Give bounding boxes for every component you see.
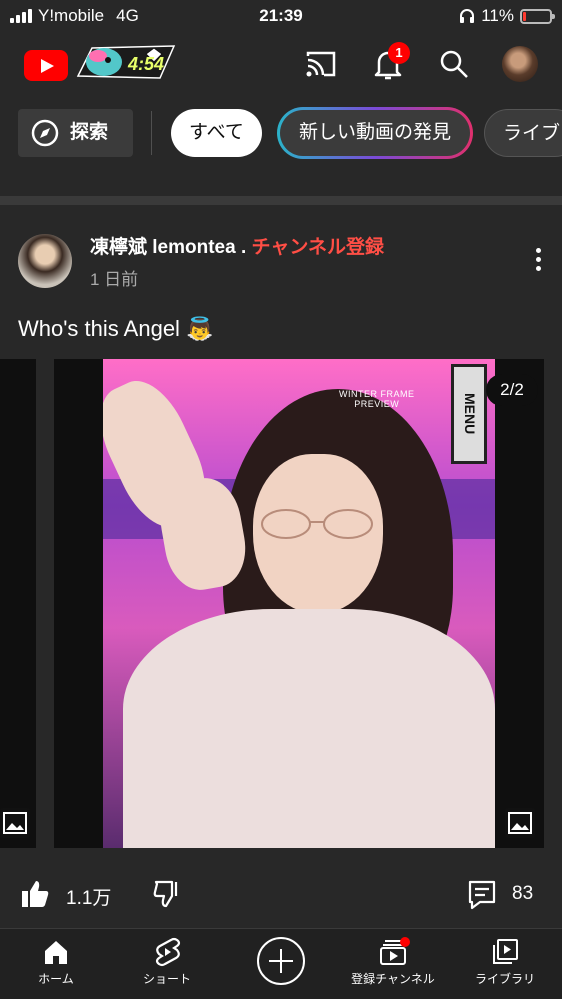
notification-badge: 1 bbox=[388, 42, 410, 64]
more-options-icon[interactable] bbox=[530, 248, 546, 276]
nav-home[interactable]: ホーム bbox=[6, 937, 106, 987]
nav-subscriptions-label: 登録チャンネル bbox=[351, 972, 435, 986]
channel-name[interactable]: 凍檸斌 lemontea bbox=[90, 237, 236, 258]
nav-shorts-label: ショート bbox=[142, 972, 191, 986]
post-header: 凍檸斌 lemontea . チャンネル登録 bbox=[90, 232, 384, 259]
nav-subscriptions[interactable]: 登録チャンネル bbox=[343, 937, 443, 987]
explore-chip[interactable]: 探索 bbox=[18, 109, 133, 157]
current-slide[interactable]: WINTER FRAME PREVIEW MENU bbox=[54, 359, 544, 848]
nav-home-label: ホーム bbox=[38, 972, 74, 986]
explore-label: 探索 bbox=[70, 122, 109, 143]
like-count: 1.1万 bbox=[66, 888, 112, 909]
section-divider bbox=[0, 196, 562, 205]
create-button[interactable] bbox=[257, 937, 305, 985]
doodle-time: 4:54 bbox=[128, 54, 165, 74]
headphones-icon bbox=[460, 9, 475, 23]
previous-slide[interactable] bbox=[0, 359, 36, 848]
account-avatar[interactable] bbox=[502, 46, 538, 82]
separator: . bbox=[235, 237, 252, 258]
photo-watermark: WINTER FRAME PREVIEW bbox=[339, 389, 415, 409]
home-icon bbox=[45, 941, 67, 964]
post-time: 1 日前 bbox=[90, 270, 139, 289]
like-icon[interactable] bbox=[20, 878, 52, 910]
shorts-icon bbox=[155, 937, 181, 967]
battery-percent: 11% bbox=[481, 6, 514, 25]
live-chip[interactable]: ライブ bbox=[484, 109, 562, 157]
dislike-icon[interactable] bbox=[152, 878, 184, 910]
app-header: 4:54 1 bbox=[0, 34, 562, 94]
filter-chips: 探索 すべて 新しい動画の発見 ライブ bbox=[0, 104, 562, 166]
chip-divider bbox=[151, 111, 152, 155]
image-counter: 2/2 bbox=[486, 374, 538, 406]
nav-library-label: ライブラリ bbox=[474, 972, 535, 986]
all-chip[interactable]: すべて bbox=[171, 109, 262, 157]
search-icon[interactable] bbox=[436, 46, 472, 82]
youtube-logo[interactable] bbox=[24, 50, 68, 81]
subscribe-link[interactable]: チャンネル登録 bbox=[252, 237, 384, 258]
channel-avatar[interactable] bbox=[18, 234, 72, 288]
new-content-dot bbox=[400, 937, 410, 947]
photo-sign: MENU bbox=[451, 364, 487, 464]
image-icon bbox=[505, 808, 535, 838]
post-actions: 1.1万 83 bbox=[0, 866, 562, 922]
nav-library[interactable]: ライブラリ bbox=[455, 937, 555, 987]
comment-count: 83 bbox=[512, 883, 534, 904]
post-text: Who's this Angel 👼 bbox=[18, 316, 214, 341]
image-carousel[interactable]: WINTER FRAME PREVIEW MENU bbox=[0, 359, 562, 848]
comment-icon[interactable] bbox=[466, 878, 498, 910]
post-photo: WINTER FRAME PREVIEW MENU bbox=[103, 359, 495, 848]
image-icon bbox=[0, 808, 30, 838]
battery-icon bbox=[520, 8, 555, 24]
cast-icon[interactable] bbox=[303, 46, 339, 82]
glasses-shape bbox=[261, 509, 373, 539]
library-icon bbox=[493, 939, 518, 964]
nav-shorts[interactable]: ショート bbox=[117, 937, 217, 987]
discover-chip[interactable]: 新しい動画の発見 bbox=[280, 110, 470, 156]
compass-icon bbox=[31, 119, 59, 147]
status-bar: Y!mobile 4G 21:39 11% bbox=[0, 0, 562, 34]
bottom-navigation: ホーム ショート 登録チャンネル ライブラリ bbox=[0, 928, 562, 999]
